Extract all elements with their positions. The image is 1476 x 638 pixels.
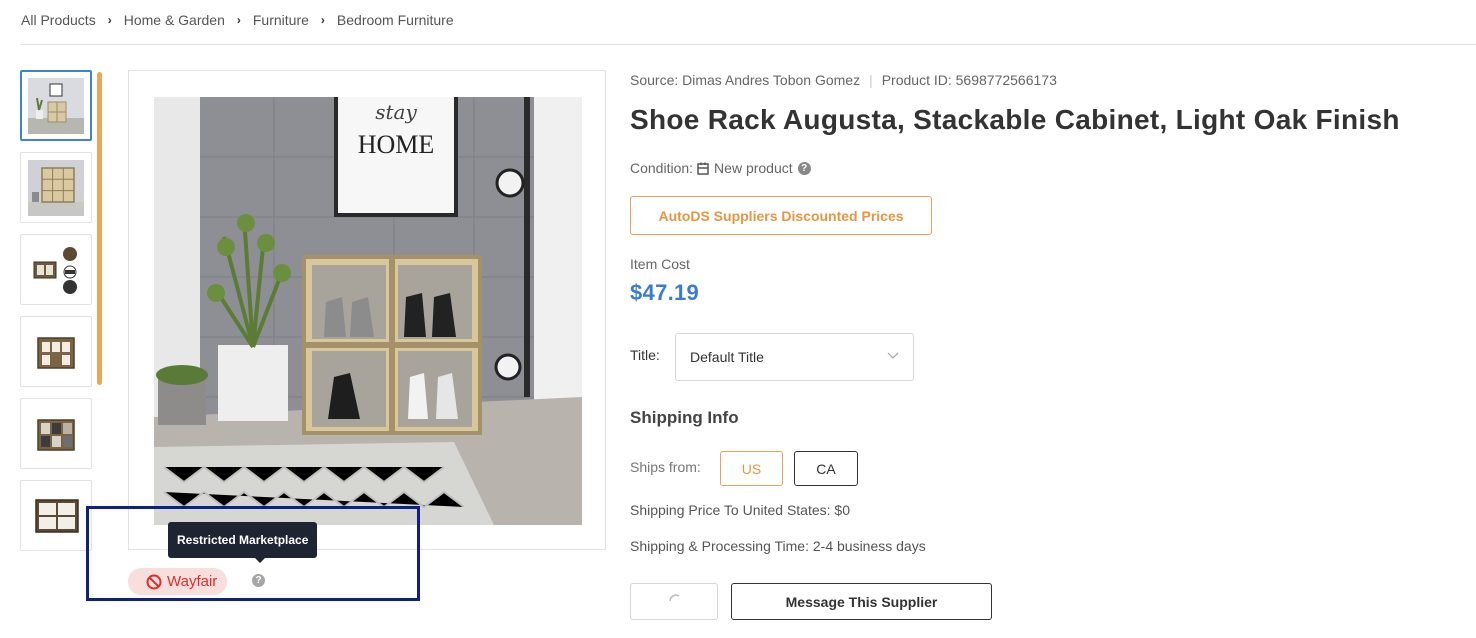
- image-icon: [28, 77, 84, 134]
- breadcrumb-home-garden[interactable]: Home & Garden: [124, 12, 225, 28]
- thumbnail-room-scene[interactable]: [20, 70, 92, 141]
- thumbnail-front-view[interactable]: [20, 316, 92, 387]
- chevron-down-icon: [887, 352, 899, 359]
- ships-from-label: Ships from:: [630, 459, 701, 475]
- item-cost-label: Item Cost: [630, 256, 690, 272]
- ships-from-ca-button[interactable]: CA: [794, 451, 858, 486]
- thumbnail-parts[interactable]: [20, 234, 92, 305]
- shipping-price: Shipping Price To United States: $0: [630, 502, 850, 518]
- image-icon: [28, 487, 84, 544]
- separator: |: [869, 72, 873, 88]
- loading-button[interactable]: [630, 583, 718, 620]
- message-supplier-button[interactable]: Message This Supplier: [731, 583, 992, 620]
- title-select-value: Default Title: [690, 349, 764, 365]
- product-title: Shoe Rack Augusta, Stackable Cabinet, Li…: [630, 104, 1400, 135]
- thumbnail-list[interactable]: [20, 70, 92, 562]
- source-line: Source: Dimas Andres Tobon Gomez | Produ…: [630, 72, 1057, 88]
- ships-from-us-button[interactable]: US: [720, 451, 783, 486]
- image-icon: [28, 159, 84, 216]
- image-icon: [28, 323, 84, 380]
- product-page: All Products › Home & Garden › Furniture…: [0, 0, 1476, 638]
- shipping-time: Shipping & Processing Time: 2-4 business…: [630, 538, 926, 554]
- source-label: Source: Dimas Andres Tobon Gomez: [630, 72, 861, 88]
- image-icon: [28, 241, 84, 298]
- thumbnail-wide-view[interactable]: [20, 480, 92, 551]
- condition-value: New product: [714, 160, 793, 176]
- spinner-icon: [669, 594, 680, 602]
- condition-row: Condition: New product ?: [630, 160, 811, 176]
- main-image-frame: stay HOME: [128, 70, 606, 550]
- breadcrumb-bedroom-furniture[interactable]: Bedroom Furniture: [337, 12, 454, 28]
- poster-home-text: HOME: [358, 130, 435, 159]
- chevron-right-icon: ›: [320, 13, 325, 27]
- chevron-right-icon: ›: [236, 13, 241, 27]
- box-icon: [697, 162, 709, 175]
- discount-badge[interactable]: AutoDS Suppliers Discounted Prices: [630, 196, 932, 235]
- title-option-label: Title:: [630, 347, 660, 363]
- item-cost-value: $47.19: [630, 280, 700, 305]
- breadcrumb-furniture[interactable]: Furniture: [253, 12, 309, 28]
- product-id-label: Product ID: 5698772566173: [881, 72, 1057, 88]
- thumbnail-scrollbar[interactable]: [97, 72, 102, 385]
- thumbnail-shoes-filled[interactable]: [20, 398, 92, 469]
- condition-label: Condition:: [630, 160, 694, 176]
- shipping-info-heading: Shipping Info: [630, 408, 739, 427]
- help-icon[interactable]: ?: [797, 161, 811, 175]
- poster-script-text: stay: [375, 100, 417, 124]
- chevron-right-icon: ›: [107, 13, 112, 27]
- breadcrumb: All Products › Home & Garden › Furniture…: [21, 12, 454, 28]
- breadcrumb-all-products[interactable]: All Products: [21, 12, 96, 28]
- header-divider: [20, 44, 1476, 45]
- thumbnail-room-closeup[interactable]: [20, 152, 92, 223]
- title-select[interactable]: Default Title: [675, 333, 914, 381]
- product-main-image[interactable]: stay HOME: [154, 97, 582, 525]
- highlight-box: [86, 506, 420, 601]
- image-icon: [28, 405, 84, 462]
